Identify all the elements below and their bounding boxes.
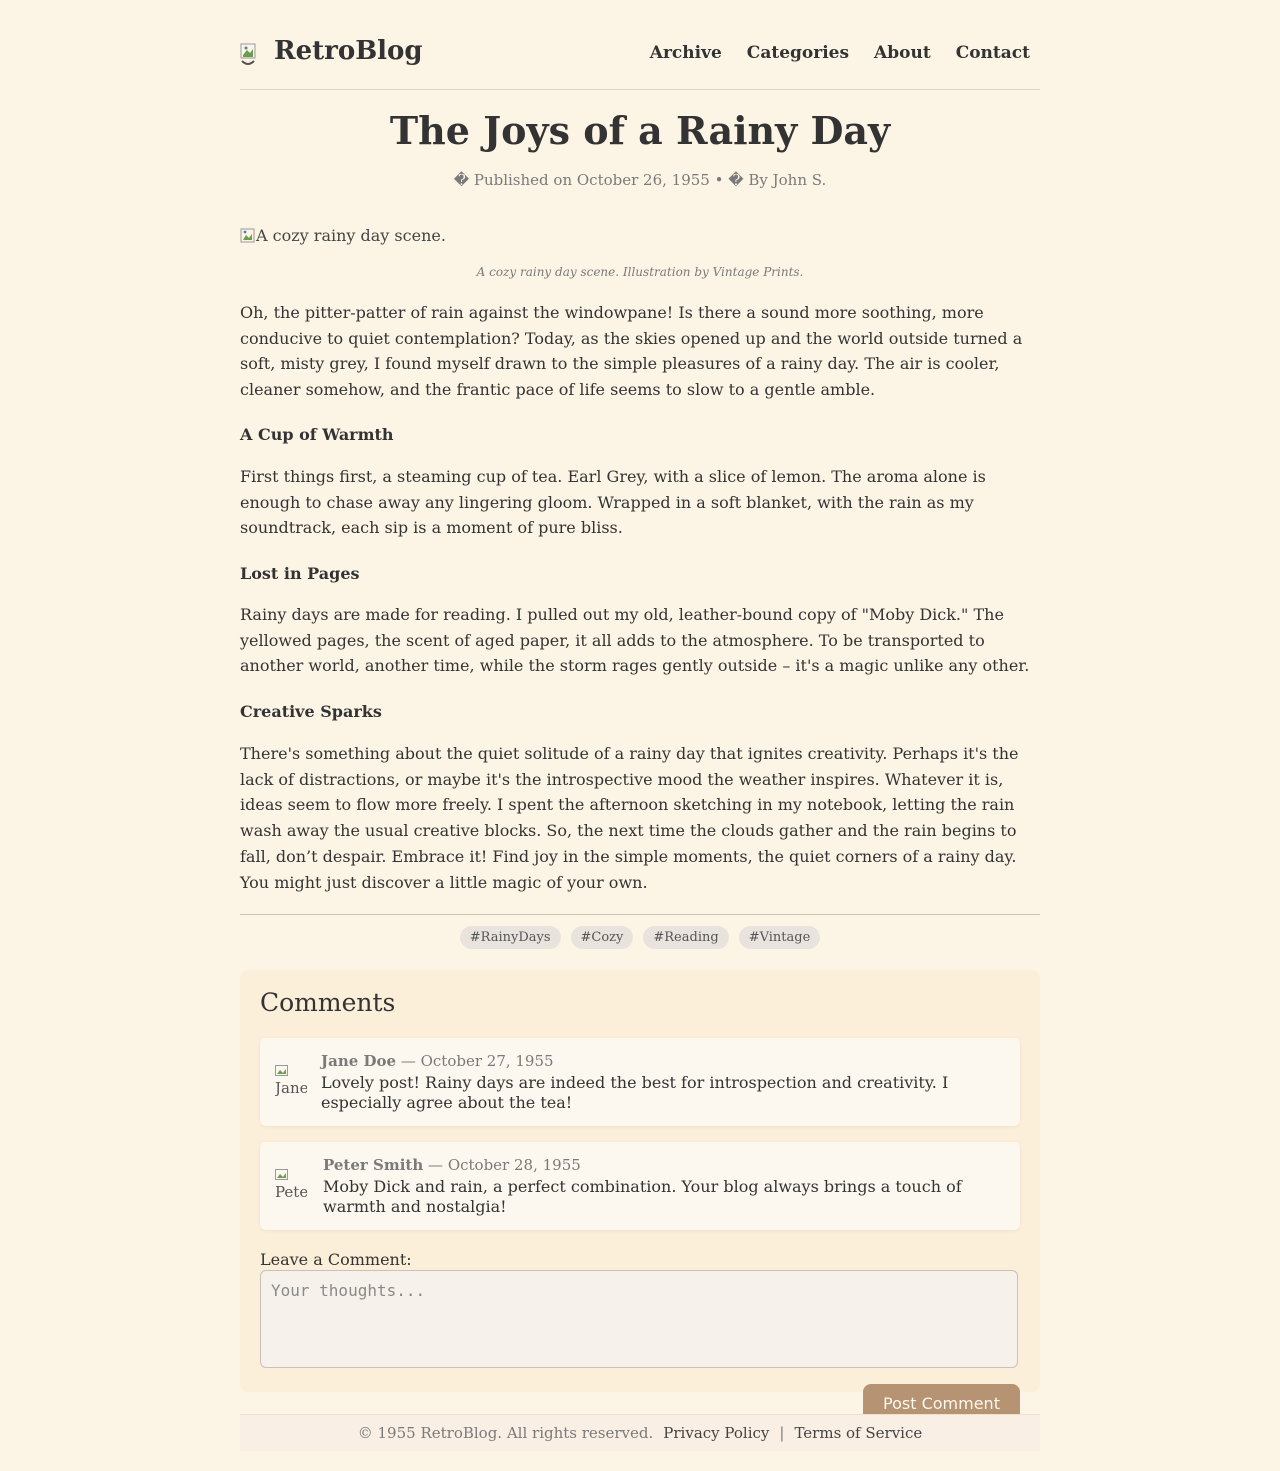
section-body: Rainy days are made for reading. I pulle… (240, 605, 1030, 676)
tag-list: #RainyDays #Cozy #Reading #Vintage (240, 926, 1040, 949)
image-caption: A cozy rainy day scene. Illustration by … (476, 265, 804, 279)
avatar: Peter (275, 1168, 307, 1200)
comment-text: Moby Dick and rain, a perfect combinatio… (323, 1177, 962, 1216)
comment-author: Jane Doe (321, 1052, 397, 1070)
main-nav: Archive Categories About Contact (650, 43, 1030, 63)
section-body: First things first, a steaming cup of te… (240, 467, 986, 538)
comment-form-label: Leave a Comment: (260, 1250, 412, 1269)
section-heading: A Cup of Warmth (240, 425, 394, 444)
section-heading: Lost in Pages (240, 564, 360, 583)
comment-date: — October 28, 1955 (428, 1156, 581, 1174)
comment-card: Peter Peter Smith — October 28, 1955 Mob… (260, 1142, 1020, 1230)
comment-header: Jane Doe — October 27, 1955 (321, 1052, 554, 1070)
tag[interactable]: #Cozy (570, 926, 634, 949)
logo-icon[interactable] (240, 43, 256, 67)
section-body: There's something about the quiet solitu… (240, 744, 1019, 892)
hero-image: A cozy rainy day scene. (240, 226, 446, 245)
tag[interactable]: #Reading (643, 926, 729, 949)
section-heading: Creative Sparks (240, 702, 382, 721)
nav-categories[interactable]: Categories (747, 43, 849, 63)
broken-image-icon (240, 227, 256, 245)
privacy-link[interactable]: Privacy Policy (663, 1424, 769, 1442)
comment-header: Peter Smith — October 28, 1955 (323, 1156, 581, 1174)
tag[interactable]: #Vintage (738, 926, 821, 949)
footer-separator: | (779, 1424, 785, 1442)
post-meta: � Published on October 26, 1955 • � By J… (453, 171, 827, 189)
avatar-alt: Peter (275, 1183, 307, 1200)
broken-image-icon (275, 1065, 288, 1076)
nav-about[interactable]: About (874, 43, 931, 63)
avatar: Jane (275, 1064, 307, 1096)
tag[interactable]: #RainyDays (459, 926, 561, 949)
hero-image-alt: A cozy rainy day scene. (256, 226, 446, 245)
nav-contact[interactable]: Contact (956, 43, 1030, 63)
comment-text: Lovely post! Rainy days are indeed the b… (321, 1073, 949, 1112)
comment-date: — October 27, 1955 (400, 1052, 554, 1070)
comments-section: Comments Jane Jane Doe — October 27, 195… (240, 970, 1040, 1423)
brand-name[interactable]: RetroBlog (274, 36, 423, 66)
post-title: The Joys of a Rainy Day (389, 108, 891, 153)
footer-copyright: © 1955 RetroBlog. All rights reserved. (357, 1424, 654, 1442)
terms-link[interactable]: Terms of Service (794, 1424, 922, 1442)
post-intro: Oh, the pitter-patter of rain against th… (240, 303, 1023, 400)
post-divider (240, 914, 1040, 915)
comment-author: Peter Smith (323, 1156, 424, 1174)
site-header: RetroBlog Archive Categories About Conta… (240, 0, 1040, 90)
nav-archive[interactable]: Archive (650, 43, 722, 63)
avatar-alt: Jane (275, 1079, 307, 1096)
comments-heading: Comments (260, 988, 396, 1017)
comment-card: Jane Jane Doe — October 27, 1955 Lovely … (260, 1038, 1020, 1126)
site-footer: © 1955 RetroBlog. All rights reserved. P… (240, 1414, 1040, 1451)
broken-image-icon (275, 1169, 288, 1180)
comment-textarea[interactable] (260, 1270, 1018, 1368)
